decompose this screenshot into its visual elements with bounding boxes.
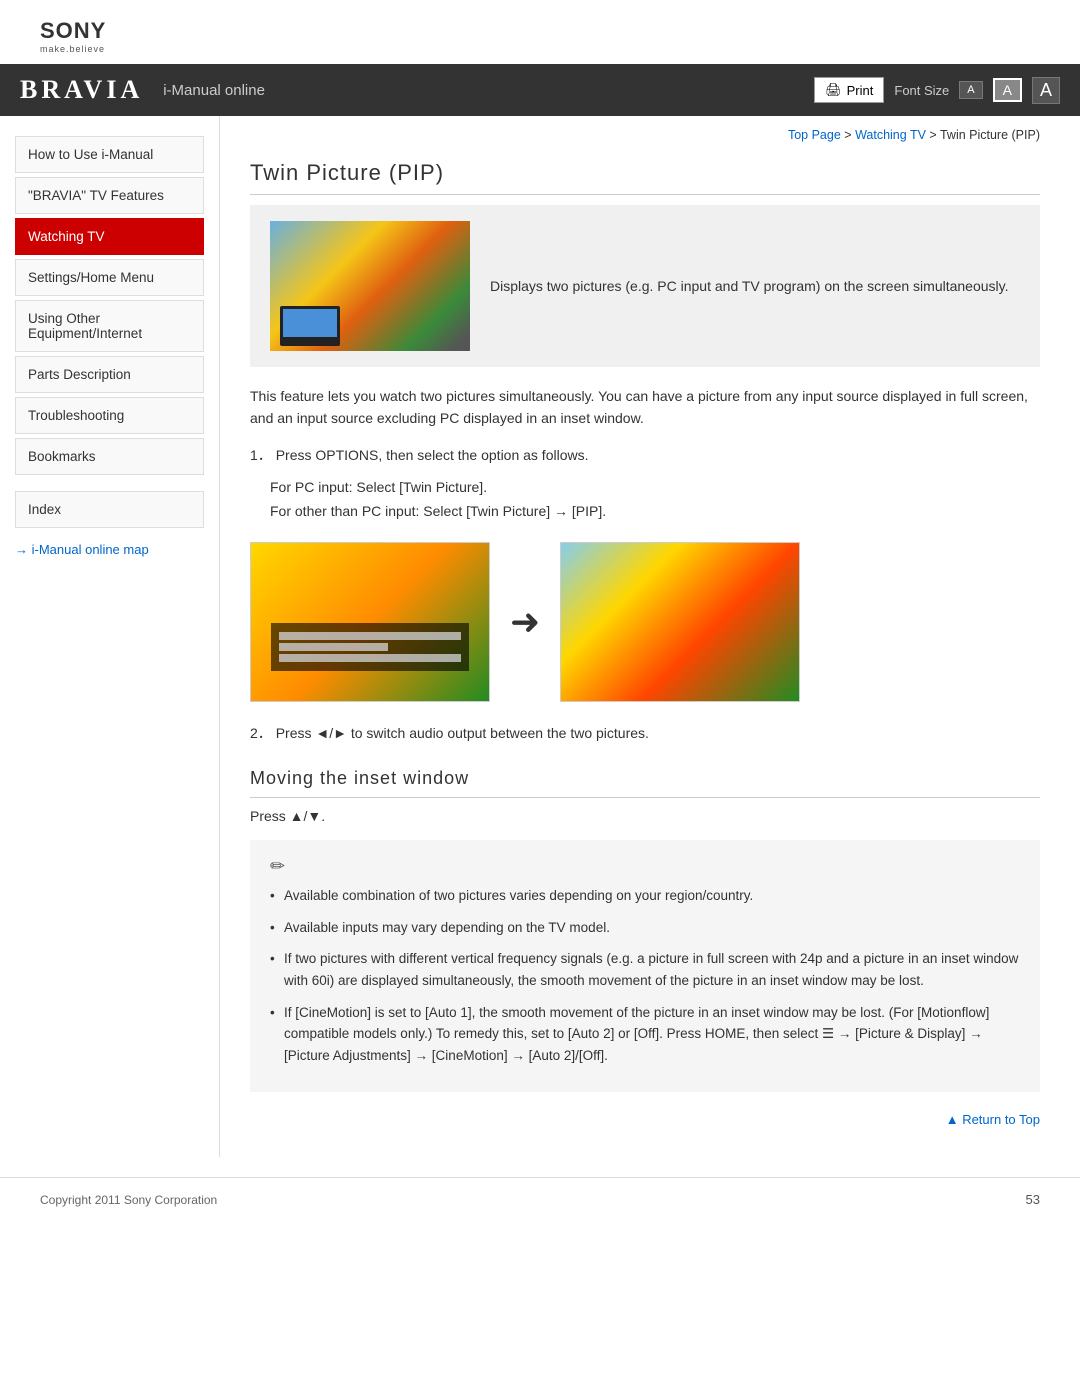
- font-size-label: Font Size: [894, 83, 949, 98]
- sidebar-item-bravia-features[interactable]: "BRAVIA" TV Features: [15, 177, 204, 214]
- laptop-tv-visual: [270, 221, 470, 351]
- page-title: Twin Picture (PIP): [250, 160, 1040, 195]
- font-small-button[interactable]: A: [959, 81, 982, 99]
- sony-logo: SONY: [40, 18, 1040, 44]
- return-to-top[interactable]: Return to Top: [250, 1112, 1040, 1127]
- sony-tagline: make.believe: [40, 44, 1040, 54]
- press-instruction: Press ▲/▼.: [250, 808, 1040, 824]
- sidebar-nav: How to Use i-Manual "BRAVIA" TV Features…: [0, 136, 219, 475]
- note-item-3: If two pictures with different vertical …: [270, 948, 1020, 991]
- breadcrumb-sep1: >: [844, 128, 855, 142]
- bravia-subtitle: i-Manual online: [163, 82, 265, 99]
- step1-num: 1．: [250, 447, 272, 463]
- step1-details: For PC input: Select [Twin Picture]. For…: [270, 476, 1040, 524]
- pip-demo: ➜: [250, 542, 1040, 702]
- step1-text: Press OPTIONS, then select the option as…: [276, 447, 589, 463]
- pip-after-image: [560, 542, 800, 702]
- sidebar-item-parts[interactable]: Parts Description: [15, 356, 204, 393]
- intro-box: Displays two pictures (e.g. PC input and…: [250, 205, 1040, 367]
- sidebar: How to Use i-Manual "BRAVIA" TV Features…: [0, 116, 220, 1157]
- print-icon: 🖨: [825, 82, 842, 98]
- tv-pip-image: [270, 221, 470, 351]
- pip-menu-row2: [279, 643, 388, 651]
- page-number: 53: [1026, 1192, 1040, 1207]
- main-layout: How to Use i-Manual "BRAVIA" TV Features…: [0, 116, 1080, 1157]
- step2-num: 2．: [250, 725, 272, 741]
- note-list: Available combination of two pictures va…: [270, 885, 1020, 1066]
- breadcrumb-current: Twin Picture (PIP): [940, 128, 1040, 142]
- copyright: Copyright 2011 Sony Corporation: [40, 1193, 217, 1207]
- content-area: Top Page > Watching TV > Twin Picture (P…: [220, 116, 1080, 1157]
- pip-menu-overlay: [271, 623, 469, 671]
- note-item-2: Available inputs may vary depending on t…: [270, 917, 1020, 939]
- laptop-shape: [280, 306, 340, 346]
- sidebar-item-troubleshooting[interactable]: Troubleshooting: [15, 397, 204, 434]
- tv-background: [270, 221, 470, 351]
- font-medium-button[interactable]: A: [993, 78, 1022, 102]
- sidebar-map-link[interactable]: i-Manual online map: [15, 542, 204, 557]
- arrow-right-icon: ➜: [510, 601, 540, 643]
- note-icon: ✏: [270, 856, 1020, 877]
- bravia-bar: BRAVIA i-Manual online 🖨 Print Font Size…: [0, 64, 1080, 116]
- breadcrumb-top[interactable]: Top Page: [788, 128, 841, 142]
- step1: 1． Press OPTIONS, then select the option…: [250, 444, 1040, 466]
- pip-menu-row3: [279, 654, 461, 662]
- section2-title: Moving the inset window: [250, 768, 1040, 798]
- bravia-logo: BRAVIA: [20, 75, 143, 105]
- sidebar-item-bookmarks[interactable]: Bookmarks: [15, 438, 204, 475]
- font-large-button[interactable]: A: [1032, 77, 1060, 104]
- sidebar-item-watching-tv[interactable]: Watching TV: [15, 218, 204, 255]
- pip-before-image: [250, 542, 490, 702]
- breadcrumb: Top Page > Watching TV > Twin Picture (P…: [250, 128, 1040, 142]
- top-bar: SONY make.believe: [0, 0, 1080, 64]
- print-button[interactable]: 🖨 Print: [814, 77, 884, 103]
- step2: 2． Press ◄/► to switch audio output betw…: [250, 722, 1040, 744]
- breadcrumb-watching[interactable]: Watching TV: [855, 128, 926, 142]
- step2-text: Press ◄/► to switch audio output between…: [276, 725, 649, 741]
- sidebar-item-how-to-use[interactable]: How to Use i-Manual: [15, 136, 204, 173]
- note-box: ✏ Available combination of two pictures …: [250, 840, 1040, 1092]
- pip-menu-row1: [279, 632, 461, 640]
- sidebar-item-settings[interactable]: Settings/Home Menu: [15, 259, 204, 296]
- step1-sub2: For other than PC input: Select [Twin Pi…: [270, 500, 1040, 524]
- laptop-screen: [283, 309, 337, 337]
- footer: Copyright 2011 Sony Corporation 53: [0, 1177, 1080, 1221]
- breadcrumb-sep2: >: [929, 128, 940, 142]
- sidebar-index[interactable]: Index: [15, 491, 204, 528]
- note-item-4: If [CineMotion] is set to [Auto 1], the …: [270, 1002, 1020, 1067]
- step1-sub1: For PC input: Select [Twin Picture].: [270, 476, 1040, 500]
- body-description: This feature lets you watch two pictures…: [250, 385, 1040, 430]
- sidebar-item-other-equipment[interactable]: Using Other Equipment/Internet: [15, 300, 204, 352]
- note-item-1: Available combination of two pictures va…: [270, 885, 1020, 907]
- print-label: Print: [847, 83, 874, 98]
- intro-text: Displays two pictures (e.g. PC input and…: [490, 276, 1009, 297]
